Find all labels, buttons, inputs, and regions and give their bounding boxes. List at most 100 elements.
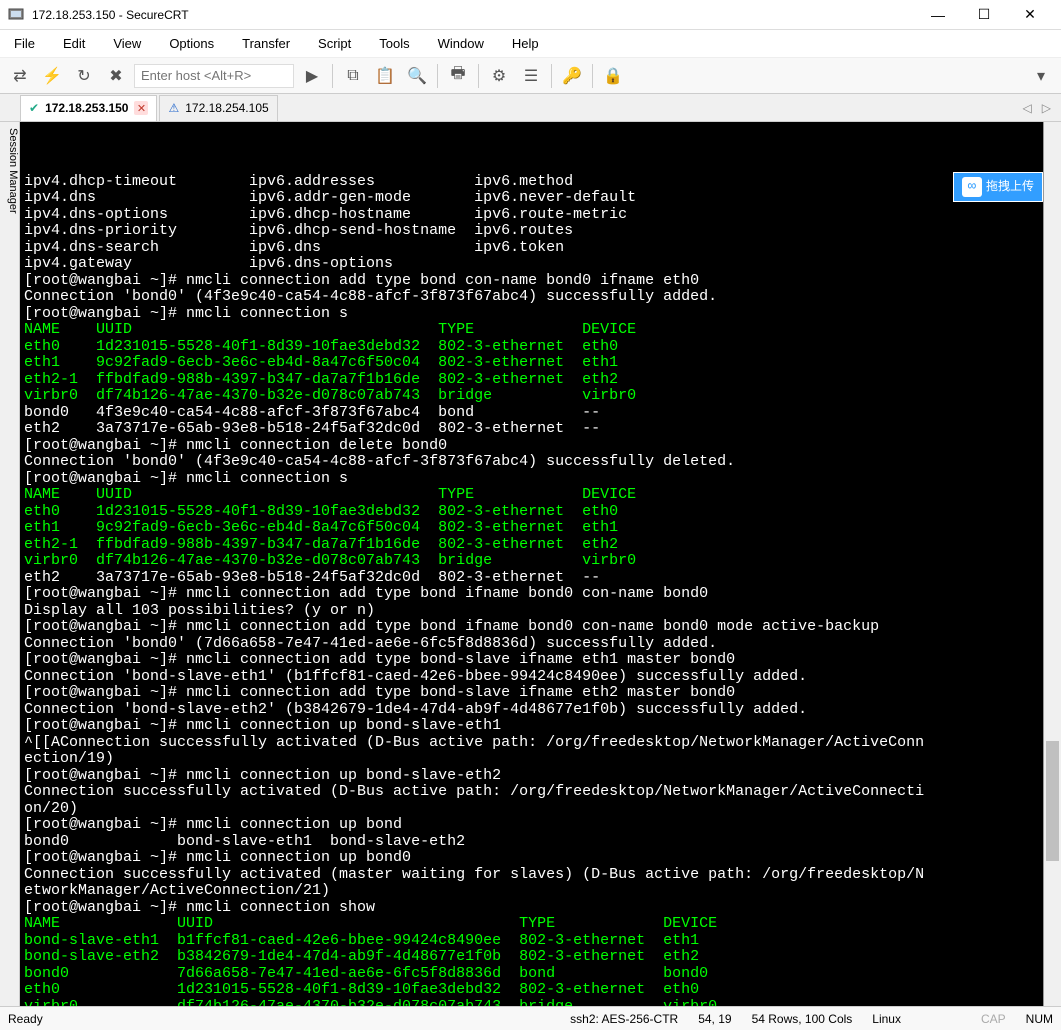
terminal-line: bond0 7d66a658-7e47-41ed-ae6e-6fc5f8d883… (24, 966, 1039, 983)
terminal-line: [root@wangbai ~]# nmcli connection up bo… (24, 850, 1039, 867)
terminal-line: NAME UUID TYPE DEVICE (24, 916, 1039, 933)
terminal-line: [root@wangbai ~]# nmcli connection add t… (24, 652, 1039, 669)
disconnect-icon[interactable]: ✖ (102, 62, 130, 90)
terminal-line: ipv4.dns-search ipv6.dns ipv6.token (24, 240, 1039, 257)
terminal-line: eth0 1d231015-5528-40f1-8d39-10fae3debd3… (24, 982, 1039, 999)
tab-label: 172.18.254.105 (185, 101, 268, 115)
separator (592, 64, 593, 88)
terminal-line: [root@wangbai ~]# nmcli connection s (24, 471, 1039, 488)
session-options-icon[interactable]: ☰ (517, 62, 545, 90)
tab-next-icon[interactable]: ▷ (1038, 101, 1055, 115)
terminal-line: [root@wangbai ~]# nmcli connection s (24, 306, 1039, 323)
maximize-button[interactable]: ☐ (961, 0, 1007, 30)
statusbar: Ready ssh2: AES-256-CTR 54, 19 54 Rows, … (0, 1006, 1061, 1030)
terminal-line: [root@wangbai ~]# nmcli connection add t… (24, 619, 1039, 636)
app-icon (8, 7, 24, 23)
lock-icon[interactable]: 🔒 (599, 62, 627, 90)
tab-inactive[interactable]: ⚠ 172.18.254.105 (159, 95, 277, 121)
status-cipher: ssh2: AES-256-CTR (570, 1012, 678, 1026)
terminal-line: [root@wangbai ~]# nmcli connection add t… (24, 685, 1039, 702)
terminal-line: NAME UUID TYPE DEVICE (24, 487, 1039, 504)
toolbar: ⇄ ⚡ ↻ ✖ ▶ ⧉ 📋 🔍 🖶 ⚙ ☰ 🔑 🔒 ▾ (0, 58, 1061, 94)
terminal-line: etworkManager/ActiveConnection/21) (24, 883, 1039, 900)
terminal-line: virbr0 df74b126-47ae-4370-b32e-d078c07ab… (24, 999, 1039, 1007)
terminal-line: eth2-1 ffbdfad9-988b-4397-b347-da7a7f1b1… (24, 372, 1039, 389)
terminal-line: eth0 1d231015-5528-40f1-8d39-10fae3debd3… (24, 339, 1039, 356)
copy-icon[interactable]: ⧉ (339, 62, 367, 90)
terminal-line: [root@wangbai ~]# nmcli connection delet… (24, 438, 1039, 455)
terminal-line: Connection 'bond-slave-eth2' (b3842679-1… (24, 702, 1039, 719)
separator (332, 64, 333, 88)
terminal-line: Display all 103 possibilities? (y or n) (24, 603, 1039, 620)
tab-label: 172.18.253.150 (45, 101, 128, 115)
tabbar: ✔ 172.18.253.150 ✕ ⚠ 172.18.254.105 ◁ ▷ (0, 94, 1061, 122)
host-input[interactable] (134, 64, 294, 88)
titlebar: 172.18.253.150 - SecureCRT — ☐ ✕ (0, 0, 1061, 30)
terminal-line: Connection 'bond0' (4f3e9c40-ca54-4c88-a… (24, 454, 1039, 471)
menu-file[interactable]: File (8, 34, 41, 53)
separator (551, 64, 552, 88)
terminal-line: bond-slave-eth1 b1ffcf81-caed-42e6-bbee-… (24, 933, 1039, 950)
scroll-thumb[interactable] (1046, 741, 1059, 861)
terminal-line: ipv4.dns ipv6.addr-gen-mode ipv6.never-d… (24, 190, 1039, 207)
paste-icon[interactable]: 📋 (371, 62, 399, 90)
reconnect-icon[interactable]: ↻ (70, 62, 98, 90)
menu-view[interactable]: View (107, 34, 147, 53)
warning-icon: ⚠ (168, 101, 179, 115)
minimize-button[interactable]: — (915, 0, 961, 30)
menu-transfer[interactable]: Transfer (236, 34, 296, 53)
upload-label: 拖拽上传 (986, 179, 1034, 196)
terminal-line: ipv4.dns-priority ipv6.dhcp-send-hostnam… (24, 223, 1039, 240)
find-icon[interactable]: 🔍 (403, 62, 431, 90)
close-button[interactable]: ✕ (1007, 0, 1053, 30)
terminal-line: ipv4.gateway ipv6.dns-options (24, 256, 1039, 273)
terminal-line: eth1 9c92fad9-6ecb-3e6c-eb4d-8a47c6f50c0… (24, 520, 1039, 537)
terminal-line: [root@wangbai ~]# nmcli connection add t… (24, 273, 1039, 290)
separator (478, 64, 479, 88)
status-ready: Ready (8, 1012, 43, 1026)
terminal-line: eth2 3a73717e-65ab-93e8-b518-24f5af32dc0… (24, 421, 1039, 438)
print-icon[interactable]: 🖶 (444, 62, 472, 90)
terminal-line: Connection 'bond0' (7d66a658-7e47-41ed-a… (24, 636, 1039, 653)
menu-help[interactable]: Help (506, 34, 545, 53)
check-icon: ✔ (29, 101, 39, 115)
tab-prev-icon[interactable]: ◁ (1019, 101, 1036, 115)
terminal-line: NAME UUID TYPE DEVICE (24, 322, 1039, 339)
status-os: Linux (872, 1012, 901, 1026)
menu-options[interactable]: Options (163, 34, 220, 53)
status-num: NUM (1026, 1012, 1053, 1026)
separator (437, 64, 438, 88)
terminal-line: ipv4.dhcp-timeout ipv6.addresses ipv6.me… (24, 174, 1039, 191)
terminal[interactable]: ipv4.dhcp-timeout ipv6.addresses ipv6.me… (20, 122, 1043, 1006)
quick-connect-icon[interactable]: ⚡ (38, 62, 66, 90)
session-manager-panel[interactable]: Session Manager (0, 122, 20, 1006)
menubar: File Edit View Options Transfer Script T… (0, 30, 1061, 58)
terminal-line: ipv4.dns-options ipv6.dhcp-hostname ipv6… (24, 207, 1039, 224)
cloud-icon: ∞ (962, 177, 982, 197)
settings-icon[interactable]: ⚙ (485, 62, 513, 90)
terminal-line: [root@wangbai ~]# nmcli connection add t… (24, 586, 1039, 603)
upload-badge[interactable]: ∞ 拖拽上传 (953, 172, 1043, 202)
terminal-line: Connection 'bond-slave-eth1' (b1ffcf81-c… (24, 669, 1039, 686)
menu-edit[interactable]: Edit (57, 34, 91, 53)
toolbar-overflow-icon[interactable]: ▾ (1027, 62, 1055, 90)
connect-icon[interactable]: ⇄ (6, 62, 34, 90)
menu-tools[interactable]: Tools (373, 34, 415, 53)
menu-window[interactable]: Window (432, 34, 490, 53)
menu-script[interactable]: Script (312, 34, 357, 53)
terminal-line: bond0 4f3e9c40-ca54-4c88-afcf-3f873f67ab… (24, 405, 1039, 422)
go-icon[interactable]: ▶ (298, 62, 326, 90)
window-title: 172.18.253.150 - SecureCRT (32, 8, 915, 22)
status-cap: CAP (981, 1012, 1006, 1026)
terminal-line: eth1 9c92fad9-6ecb-3e6c-eb4d-8a47c6f50c0… (24, 355, 1039, 372)
tab-active[interactable]: ✔ 172.18.253.150 ✕ (20, 95, 157, 121)
key-icon[interactable]: 🔑 (558, 62, 586, 90)
terminal-line: eth0 1d231015-5528-40f1-8d39-10fae3debd3… (24, 504, 1039, 521)
terminal-line: eth2-1 ffbdfad9-988b-4397-b347-da7a7f1b1… (24, 537, 1039, 554)
terminal-line: ection/19) (24, 751, 1039, 768)
scrollbar[interactable] (1043, 122, 1061, 1006)
terminal-line: [root@wangbai ~]# nmcli connection up bo… (24, 817, 1039, 834)
tab-close-icon[interactable]: ✕ (134, 101, 148, 115)
terminal-line: virbr0 df74b126-47ae-4370-b32e-d078c07ab… (24, 553, 1039, 570)
terminal-line: on/20) (24, 801, 1039, 818)
